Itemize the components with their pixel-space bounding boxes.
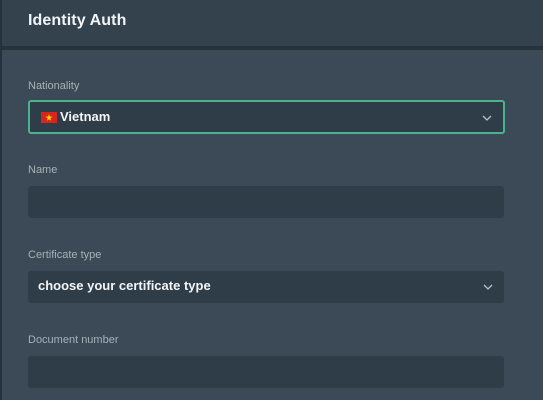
page-title: Identity Auth <box>28 12 127 29</box>
nationality-value: Vietnam <box>60 109 111 124</box>
certificate-type-label: Certificate type <box>28 249 102 261</box>
chevron-down-icon <box>481 112 493 124</box>
identity-auth-panel: Identity Auth Nationality Vietnam Name C… <box>0 0 543 400</box>
panel-header: Identity Auth <box>2 0 543 50</box>
nationality-select[interactable]: Vietnam <box>28 100 505 134</box>
certificate-type-select[interactable]: choose your certificate type <box>28 271 504 303</box>
certificate-type-placeholder: choose your certificate type <box>38 278 211 293</box>
nationality-label: Nationality <box>28 80 80 92</box>
chevron-down-icon <box>482 281 494 293</box>
name-input[interactable] <box>28 186 504 218</box>
document-number-label: Document number <box>28 334 119 346</box>
vietnam-flag-icon <box>41 112 57 123</box>
name-label: Name <box>28 164 58 176</box>
document-number-input[interactable] <box>28 356 504 388</box>
